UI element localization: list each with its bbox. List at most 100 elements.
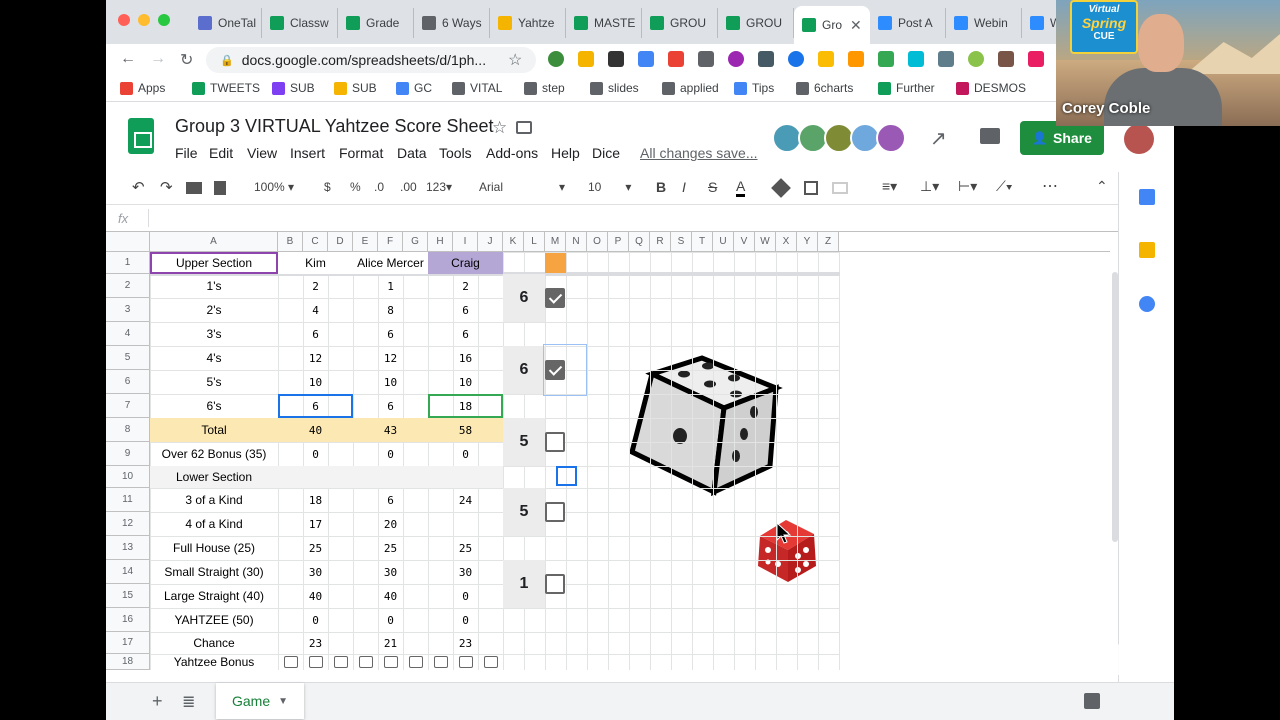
player-name-header[interactable]: Craig	[428, 252, 503, 274]
borders-icon[interactable]	[804, 181, 818, 195]
row-header[interactable]: 16	[106, 608, 150, 632]
active-cell-cursor[interactable]	[556, 466, 577, 486]
column-header[interactable]: C	[303, 232, 328, 252]
bonus-checkbox[interactable]	[384, 656, 398, 668]
percent-button[interactable]: %	[350, 180, 361, 194]
column-header[interactable]: E	[353, 232, 378, 252]
column-header[interactable]: N	[566, 232, 587, 252]
column-header[interactable]: Q	[629, 232, 650, 252]
menu-insert[interactable]: Insert	[290, 145, 325, 161]
merge-cells-icon[interactable]	[832, 182, 848, 194]
score-cell[interactable]: 4	[278, 298, 353, 322]
decrease-decimal-button[interactable]: .0	[374, 180, 384, 194]
score-cell[interactable]: 2	[278, 274, 353, 298]
extension-icon[interactable]	[578, 51, 594, 67]
score-cell[interactable]: 8	[353, 298, 428, 322]
maximize-window-button[interactable]	[158, 14, 170, 26]
row-header[interactable]: 6	[106, 370, 150, 394]
row-label-cell[interactable]: 3's	[150, 322, 278, 346]
row-header[interactable]: 15	[106, 584, 150, 608]
row-label-cell[interactable]: Small Straight (30)	[150, 560, 278, 584]
row-label-cell[interactable]: 6's	[150, 394, 278, 418]
score-cell[interactable]: 12	[278, 346, 353, 370]
redo-icon[interactable]: ↷	[160, 178, 173, 196]
column-header[interactable]: V	[734, 232, 755, 252]
column-header[interactable]: L	[524, 232, 545, 252]
score-cell[interactable]: 0	[428, 608, 503, 632]
extension-icon[interactable]	[548, 51, 564, 67]
calendar-icon[interactable]	[1139, 189, 1155, 205]
column-header[interactable]: Y	[797, 232, 818, 252]
sheet-tab-game[interactable]: Game ▼	[216, 683, 304, 719]
extension-icon[interactable]	[758, 51, 774, 67]
browser-tab[interactable]: Grade	[338, 8, 414, 38]
menu-add-ons[interactable]: Add-ons	[486, 145, 538, 161]
extension-icon[interactable]	[668, 51, 684, 67]
row-header[interactable]: 14	[106, 560, 150, 584]
chevron-down-icon[interactable]: ▼	[278, 696, 288, 707]
text-wrap-icon[interactable]: ⊢▾	[958, 178, 977, 195]
save-status-link[interactable]: All changes save...	[640, 145, 758, 161]
row-header[interactable]: 17	[106, 632, 150, 654]
bonus-checkbox[interactable]	[434, 656, 448, 668]
row-label-cell[interactable]: Total	[150, 418, 278, 442]
column-header[interactable]: K	[503, 232, 524, 252]
score-cell[interactable]: 0	[428, 442, 503, 466]
row-label-cell[interactable]: Large Straight (40)	[150, 584, 278, 608]
add-sheet-icon[interactable]: +	[152, 691, 163, 712]
bookmark-item[interactable]: DESMOS	[956, 81, 1026, 95]
extension-icon[interactable]	[908, 51, 924, 67]
font-select[interactable]: Arial ▾	[479, 180, 565, 194]
score-cell[interactable]	[278, 466, 353, 488]
score-cell[interactable]: 2	[428, 274, 503, 298]
more-options-icon[interactable]: ⋯	[1042, 176, 1058, 196]
score-cell[interactable]: 0	[278, 608, 353, 632]
bonus-checkbox[interactable]	[359, 656, 373, 668]
row-header[interactable]: 5	[106, 346, 150, 370]
browser-tab[interactable]: OneTal	[190, 8, 262, 38]
forward-arrow-icon[interactable]: →	[150, 50, 166, 68]
menu-view[interactable]: View	[247, 145, 277, 161]
row-header[interactable]: 11	[106, 488, 150, 512]
bonus-checkbox[interactable]	[484, 656, 498, 668]
score-cell[interactable]	[353, 466, 428, 488]
score-cell[interactable]	[428, 512, 503, 536]
tasks-icon[interactable]	[1139, 296, 1155, 312]
score-cell[interactable]	[278, 654, 353, 670]
column-header[interactable]: Z	[818, 232, 839, 252]
browser-tab[interactable]: GROU	[718, 8, 794, 38]
extension-icon[interactable]	[608, 51, 624, 67]
star-icon[interactable]: ☆	[492, 118, 507, 138]
row-label-cell[interactable]: YAHTZEE (50)	[150, 608, 278, 632]
player-name-header[interactable]: Kim	[278, 252, 353, 274]
score-cell[interactable]: 0	[353, 442, 428, 466]
browser-tab[interactable]: Webin	[946, 8, 1022, 38]
score-cell[interactable]: 21	[353, 632, 428, 654]
vertical-align-icon[interactable]: ⊥▾	[920, 178, 939, 195]
extension-icon[interactable]	[998, 51, 1014, 67]
print-icon[interactable]	[186, 182, 202, 194]
column-header[interactable]: R	[650, 232, 671, 252]
bookmark-item[interactable]: slides	[590, 81, 639, 95]
explore-icon[interactable]	[1084, 693, 1100, 709]
score-cell[interactable]: 25	[353, 536, 428, 560]
bonus-checkbox[interactable]	[459, 656, 473, 668]
score-cell[interactable]: 18	[428, 394, 503, 418]
column-header[interactable]: A	[150, 232, 278, 252]
row-header[interactable]: 3	[106, 298, 150, 322]
bookmark-star-icon[interactable]: ☆	[508, 50, 522, 70]
bookmark-item[interactable]: Further	[878, 81, 935, 95]
comments-icon[interactable]	[980, 128, 1000, 144]
menu-data[interactable]: Data	[397, 145, 427, 161]
bookmark-item[interactable]: VITAL	[452, 81, 502, 95]
zoom-select[interactable]: 100% ▾	[254, 180, 294, 194]
menu-tools[interactable]: Tools	[439, 145, 472, 161]
undo-icon[interactable]: ↶	[132, 178, 145, 196]
row-header[interactable]: 1	[106, 252, 150, 274]
menu-help[interactable]: Help	[551, 145, 580, 161]
extension-icon[interactable]	[848, 51, 864, 67]
activity-trend-icon[interactable]: ↗	[930, 126, 947, 151]
bonus-checkbox[interactable]	[309, 656, 323, 668]
all-sheets-icon[interactable]: ≣	[182, 692, 195, 712]
dice-value-cell[interactable]: 1	[503, 560, 545, 608]
